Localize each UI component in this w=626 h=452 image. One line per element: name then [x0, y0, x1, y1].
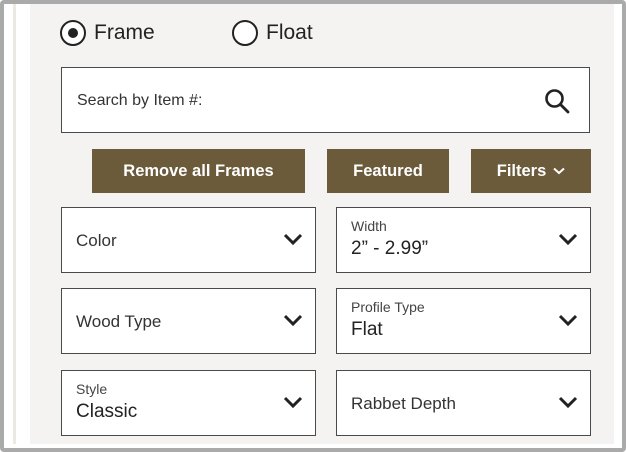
- width-dropdown[interactable]: Width 2” - 2.99”: [336, 207, 591, 273]
- width-dropdown-label: Width: [351, 218, 387, 234]
- featured-label: Featured: [353, 161, 423, 180]
- chevron-down-icon: [283, 396, 303, 409]
- chevron-down-icon: [558, 314, 578, 327]
- rabbet-depth-dropdown-label: Rabbet Depth: [351, 394, 456, 413]
- filters-label: Filters: [496, 161, 547, 180]
- search-icon[interactable]: [543, 87, 571, 115]
- divider: [13, 4, 16, 444]
- chevron-down-icon: [283, 314, 303, 327]
- wood-type-dropdown-label: Wood Type: [76, 312, 162, 331]
- radio-float-label: Float: [266, 21, 313, 44]
- chevron-down-icon: [553, 167, 565, 175]
- search-input[interactable]: [75, 86, 519, 116]
- color-dropdown-label: Color: [76, 231, 117, 250]
- featured-button[interactable]: Featured: [327, 149, 449, 193]
- style-dropdown-value: Classic: [76, 401, 138, 422]
- radio-circle-icon: [232, 20, 258, 46]
- chevron-down-icon: [283, 233, 303, 246]
- radio-float[interactable]: Float: [232, 20, 313, 46]
- remove-all-frames-label: Remove all Frames: [123, 161, 274, 180]
- wood-type-dropdown[interactable]: Wood Type: [61, 288, 316, 354]
- chevron-down-icon: [558, 233, 578, 246]
- left-border-strip: [4, 4, 30, 444]
- radio-frame[interactable]: Frame: [60, 20, 155, 46]
- profile-type-dropdown-label: Profile Type: [351, 299, 425, 315]
- search-box: [61, 67, 590, 133]
- profile-type-dropdown[interactable]: Profile Type Flat: [336, 288, 591, 354]
- remove-all-frames-button[interactable]: Remove all Frames: [92, 149, 305, 193]
- profile-type-dropdown-value: Flat: [351, 319, 383, 340]
- chevron-down-icon: [558, 396, 578, 409]
- color-dropdown[interactable]: Color: [61, 207, 316, 273]
- style-dropdown-label: Style: [76, 381, 108, 397]
- radio-frame-label: Frame: [94, 21, 155, 44]
- radio-circle-selected-icon: [60, 20, 86, 46]
- width-dropdown-value: 2” - 2.99”: [351, 238, 429, 259]
- rabbet-depth-dropdown[interactable]: Rabbet Depth: [336, 370, 591, 436]
- style-dropdown[interactable]: Style Classic: [61, 370, 316, 436]
- filters-button[interactable]: Filters: [471, 149, 591, 193]
